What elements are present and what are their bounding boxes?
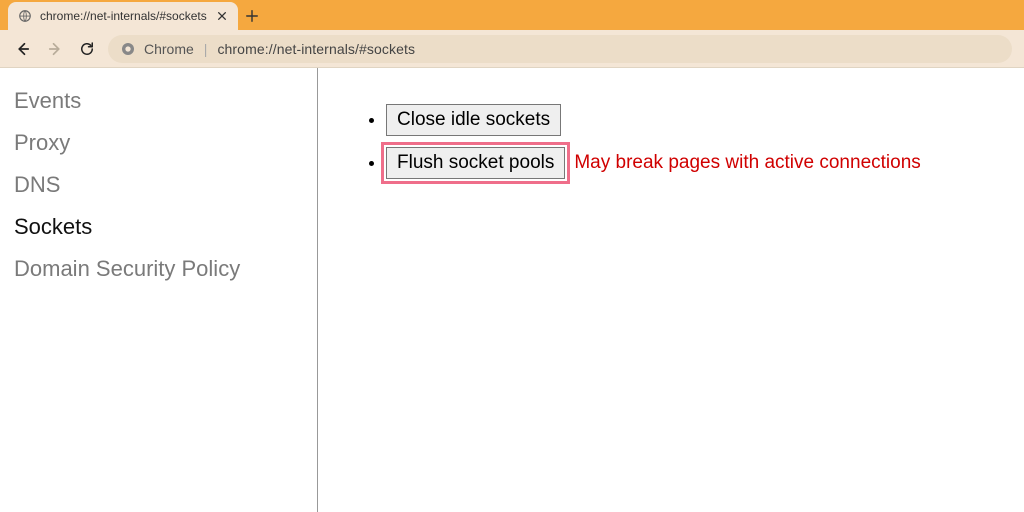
- close-idle-sockets-button[interactable]: Close idle sockets: [386, 104, 561, 136]
- reload-button[interactable]: [76, 38, 98, 60]
- new-tab-button[interactable]: [238, 2, 266, 30]
- address-bar[interactable]: Chrome | chrome://net-internals/#sockets: [108, 35, 1012, 63]
- sidebar-item-dns[interactable]: DNS: [14, 164, 317, 206]
- flush-socket-pools-button[interactable]: Flush socket pools: [386, 147, 565, 179]
- list-item: Close idle sockets: [386, 104, 1024, 136]
- content-area: Events Proxy DNS Sockets Domain Security…: [0, 68, 1024, 512]
- toolbar: Chrome | chrome://net-internals/#sockets: [0, 30, 1024, 68]
- list-item: Flush socket pools May break pages with …: [386, 142, 1024, 184]
- back-button[interactable]: [12, 38, 34, 60]
- url-separator: |: [204, 41, 208, 57]
- url-scheme-label: Chrome: [144, 41, 194, 57]
- annotation-highlight-box: Flush socket pools: [381, 142, 570, 184]
- sidebar-item-sockets[interactable]: Sockets: [14, 206, 317, 248]
- url-text: chrome://net-internals/#sockets: [217, 41, 415, 57]
- sidebar: Events Proxy DNS Sockets Domain Security…: [0, 68, 318, 512]
- action-list: Close idle sockets Flush socket pools Ma…: [358, 104, 1024, 184]
- forward-button[interactable]: [44, 38, 66, 60]
- close-icon[interactable]: [216, 10, 228, 22]
- browser-tab[interactable]: chrome://net-internals/#sockets: [8, 2, 238, 30]
- tab-strip: chrome://net-internals/#sockets: [0, 0, 1024, 30]
- tab-title: chrome://net-internals/#sockets: [40, 9, 208, 23]
- flush-warning-text: May break pages with active connections: [574, 152, 920, 173]
- globe-icon: [18, 9, 32, 23]
- sidebar-item-proxy[interactable]: Proxy: [14, 122, 317, 164]
- sidebar-item-events[interactable]: Events: [14, 80, 317, 122]
- main-panel: Close idle sockets Flush socket pools Ma…: [318, 68, 1024, 512]
- sidebar-item-domain-security-policy[interactable]: Domain Security Policy: [14, 248, 317, 290]
- chrome-icon: [120, 41, 136, 57]
